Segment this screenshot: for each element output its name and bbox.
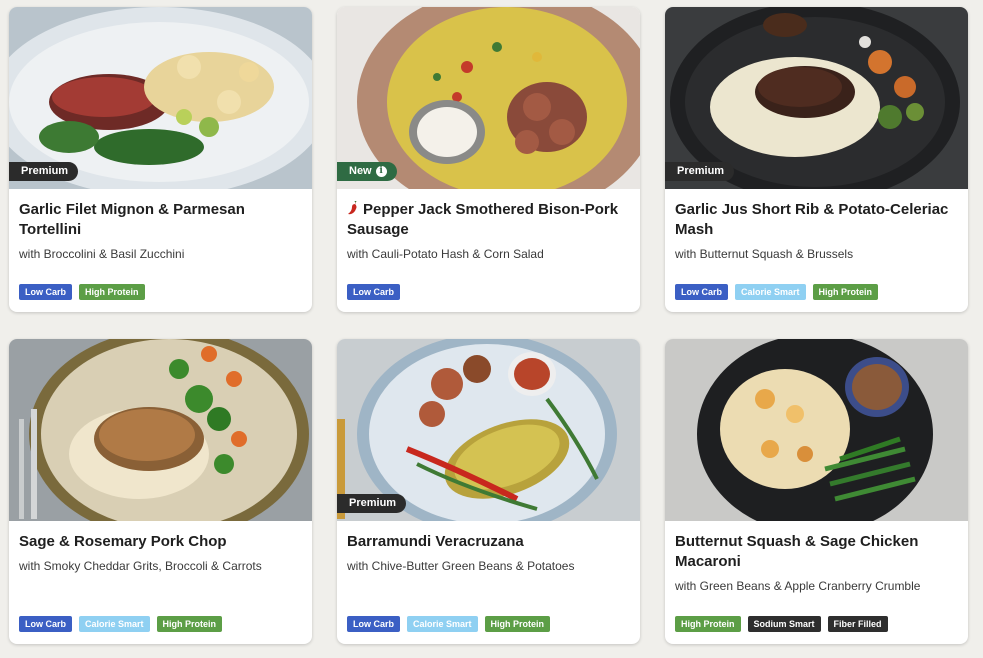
badge-label: Premium (21, 165, 69, 177)
meal-image[interactable] (665, 339, 968, 521)
meal-card[interactable]: Premium Barramundi Veracruzana with Chiv… (337, 339, 640, 644)
tag-list: Low Carb (347, 284, 401, 300)
tag-calorie-smart: Calorie Smart (735, 284, 806, 300)
meal-title[interactable]: Barramundi Veracruzana (347, 532, 630, 552)
tag-low-carb: Low Carb (19, 284, 73, 300)
meal-image[interactable]: Premium (665, 7, 968, 189)
tag-list: Low Carb Calorie Smart High Protein (675, 284, 879, 300)
meal-subtitle: with Chive-Butter Green Beans & Potatoes (347, 559, 575, 573)
meal-title[interactable]: Pepper Jack Smothered Bison-Pork Sausage (347, 200, 630, 240)
meal-card[interactable]: Butternut Squash & Sage Chicken Macaroni… (665, 339, 968, 644)
tag-calorie-smart: Calorie Smart (407, 616, 478, 632)
new-badge[interactable]: New i (337, 162, 397, 181)
meal-subtitle: with Butternut Squash & Brussels (675, 247, 854, 261)
chili-pepper-icon (348, 201, 357, 215)
tag-fiber-filled: Fiber Filled (827, 616, 888, 632)
meal-image[interactable]: Premium (9, 7, 312, 189)
tag-low-carb: Low Carb (675, 284, 729, 300)
info-icon[interactable]: i (375, 166, 387, 177)
tag-low-carb: Low Carb (19, 616, 73, 632)
meal-subtitle: with Green Beans & Apple Cranberry Crumb… (675, 579, 921, 593)
meal-card[interactable]: Sage & Rosemary Pork Chop with Smoky Che… (9, 339, 312, 644)
premium-badge: Premium (337, 494, 407, 513)
tag-list: Low Carb High Protein (19, 284, 145, 300)
meal-image[interactable] (9, 339, 312, 521)
meal-grid: Premium Garlic Filet Mignon & Parmesan T… (0, 0, 983, 658)
tag-list: High Protein Sodium Smart Fiber Filled (675, 616, 888, 632)
meal-subtitle: with Smoky Cheddar Grits, Broccoli & Car… (19, 559, 262, 573)
tag-low-carb: Low Carb (347, 284, 401, 300)
tag-low-carb: Low Carb (347, 616, 401, 632)
tag-high-protein: High Protein (812, 284, 879, 300)
badge-label: Premium (677, 165, 725, 177)
tag-high-protein: High Protein (79, 284, 145, 300)
tag-list: Low Carb Calorie Smart High Protein (347, 616, 551, 632)
premium-badge: Premium (665, 162, 735, 181)
meal-card[interactable]: Premium Garlic Jus Short Rib & Potato-Ce… (665, 7, 968, 312)
tag-high-protein: High Protein (675, 616, 741, 632)
tag-calorie-smart: Calorie Smart (79, 616, 150, 632)
meal-subtitle: with Cauli-Potato Hash & Corn Salad (347, 247, 544, 261)
meal-card[interactable]: New i Pepper Jack Smothered Bison-Pork S… (337, 7, 640, 312)
meal-title[interactable]: Garlic Jus Short Rib & Potato-Celeriac M… (675, 200, 958, 240)
meal-title[interactable]: Garlic Filet Mignon & Parmesan Tortellin… (19, 200, 302, 240)
tag-high-protein: High Protein (484, 616, 551, 632)
badge-label: Premium (349, 497, 397, 509)
premium-badge: Premium (9, 162, 79, 181)
meal-card[interactable]: Premium Garlic Filet Mignon & Parmesan T… (9, 7, 312, 312)
meal-image[interactable]: New i (337, 7, 640, 189)
meal-subtitle: with Broccolini & Basil Zucchini (19, 247, 185, 261)
tag-list: Low Carb Calorie Smart High Protein (19, 616, 223, 632)
meal-image[interactable]: Premium (337, 339, 640, 521)
tag-sodium-smart: Sodium Smart (747, 616, 821, 632)
meal-title-text: Pepper Jack Smothered Bison-Pork Sausage (347, 201, 619, 238)
meal-title[interactable]: Butternut Squash & Sage Chicken Macaroni (675, 532, 958, 572)
meal-title[interactable]: Sage & Rosemary Pork Chop (19, 532, 302, 552)
tag-high-protein: High Protein (156, 616, 223, 632)
badge-label: New (349, 165, 372, 177)
